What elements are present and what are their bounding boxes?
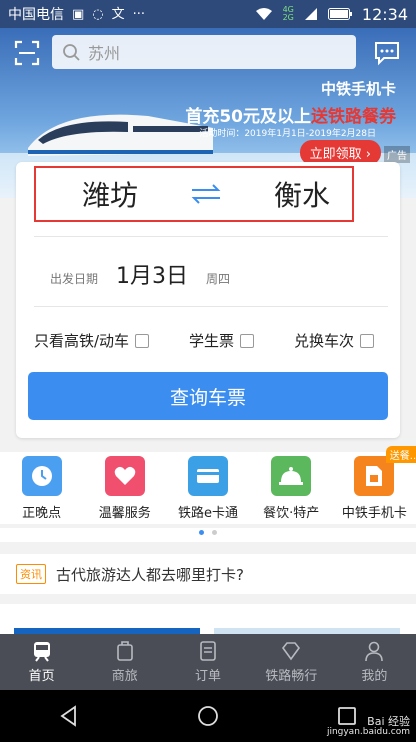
tab-business-travel[interactable]: 商旅 [83,634,166,690]
promo-main: 首充50元及以上送铁路餐券 [185,107,396,127]
news-headline: 古代旅游达人都去哪里打卡? [56,565,244,584]
option-student-ticket[interactable]: 学生票 [189,330,255,351]
luggage-icon [116,641,133,661]
news-item[interactable]: 资讯 古代旅游达人都去哪里打卡? [0,554,416,594]
date-selector[interactable]: 出发日期 1月3日 周四 [50,258,230,290]
page-indicator [0,528,416,542]
search-placeholder: 苏州 [88,44,121,63]
chat-notification-icon: ◌ [92,6,104,22]
station-selector: 潍坊 衡水 [34,166,354,222]
service-dining[interactable]: 餐饮·特产 [250,456,332,524]
booking-card: 潍坊 衡水 出发日期 1月3日 周四 只看高铁/动车 学生票 兑换车次 查询车票 [16,162,400,438]
tab-profile[interactable]: 我的 [333,634,416,690]
search-input[interactable]: 苏州 [52,35,356,69]
service-shortcuts: 正晚点 温馨服务 铁路e卡通 餐饮·特产 送餐... 中铁手机卡 [0,446,416,524]
system-nav-bar: Bai 经验 jingyan.baidu.com [0,690,416,742]
content-preview [0,604,416,634]
diamond-icon [282,642,301,661]
query-tickets-button[interactable]: 查询车票 [28,372,388,420]
clock-time: 12:34 [361,4,408,24]
service-ecard[interactable]: 铁路e卡通 [167,456,249,524]
promo-date: 活动时间：2019年1月1日-2019年2月28日 [199,129,376,139]
sim-status-icon: ▣ [72,6,85,22]
clock-icon [21,456,62,496]
train-home-icon [33,642,50,662]
ticket-options: 只看高铁/动车 学生票 兑换车次 [34,330,374,351]
tab-rail-pass[interactable]: 铁路畅行 [250,634,333,690]
promo-badge: 送餐... [385,446,416,463]
page-dot-active [199,530,204,535]
date-label: 出发日期 [50,272,99,286]
service-care[interactable]: 温馨服务 [84,456,166,524]
service-sim-card[interactable]: 送餐... 中铁手机卡 [333,446,416,524]
promo-title: 中铁手机卡 [320,80,396,98]
app-notification-icon: 文 [111,6,125,22]
tab-home[interactable]: 首页 [0,634,83,690]
message-icon[interactable] [374,40,400,66]
divider [34,306,388,307]
swap-stations-icon[interactable] [188,181,224,207]
service-on-time[interactable]: 正晚点 [1,456,83,524]
user-icon [365,641,384,662]
to-station[interactable]: 衡水 [274,174,330,214]
option-exchange-train[interactable]: 兑换车次 [294,330,374,351]
carrier-name: 中国电信 [8,7,64,23]
high-speed-checkbox[interactable] [135,333,150,348]
back-icon[interactable] [57,704,81,728]
card-icon [187,456,228,496]
option-high-speed-only[interactable]: 只看高铁/动车 [34,330,150,351]
scan-icon[interactable] [14,40,40,66]
search-icon [63,44,80,61]
heart-icon [104,456,145,496]
tab-orders[interactable]: 订单 [166,634,249,690]
more-notifications-icon: ··· [132,6,146,22]
status-bar: 中国电信 ▣ ◌ 文 ··· 4G 2G 12:34 [0,0,416,28]
order-list-icon [200,641,216,661]
ad-tag: 广告 [384,146,410,163]
bell-icon [271,456,312,496]
page-dot [212,530,217,535]
student-ticket-checkbox[interactable] [240,333,255,348]
battery-icon [327,8,352,20]
exchange-train-checkbox[interactable] [360,333,374,348]
signal-icon [304,8,317,20]
divider [34,236,388,237]
baidu-watermark: Bai 经验 jingyan.baidu.com [326,715,410,738]
from-station[interactable]: 潍坊 [82,174,138,214]
home-icon[interactable] [196,704,220,728]
bottom-tab-bar: 首页 商旅 订单 铁路畅行 我的 [0,634,416,690]
weekday: 周四 [206,272,231,286]
date-value: 1月3日 [116,264,189,289]
news-tag: 资讯 [16,564,46,584]
network-indicator: 4G 2G [282,5,294,22]
wifi-icon [255,8,272,20]
search-row: 苏州 [0,34,416,70]
